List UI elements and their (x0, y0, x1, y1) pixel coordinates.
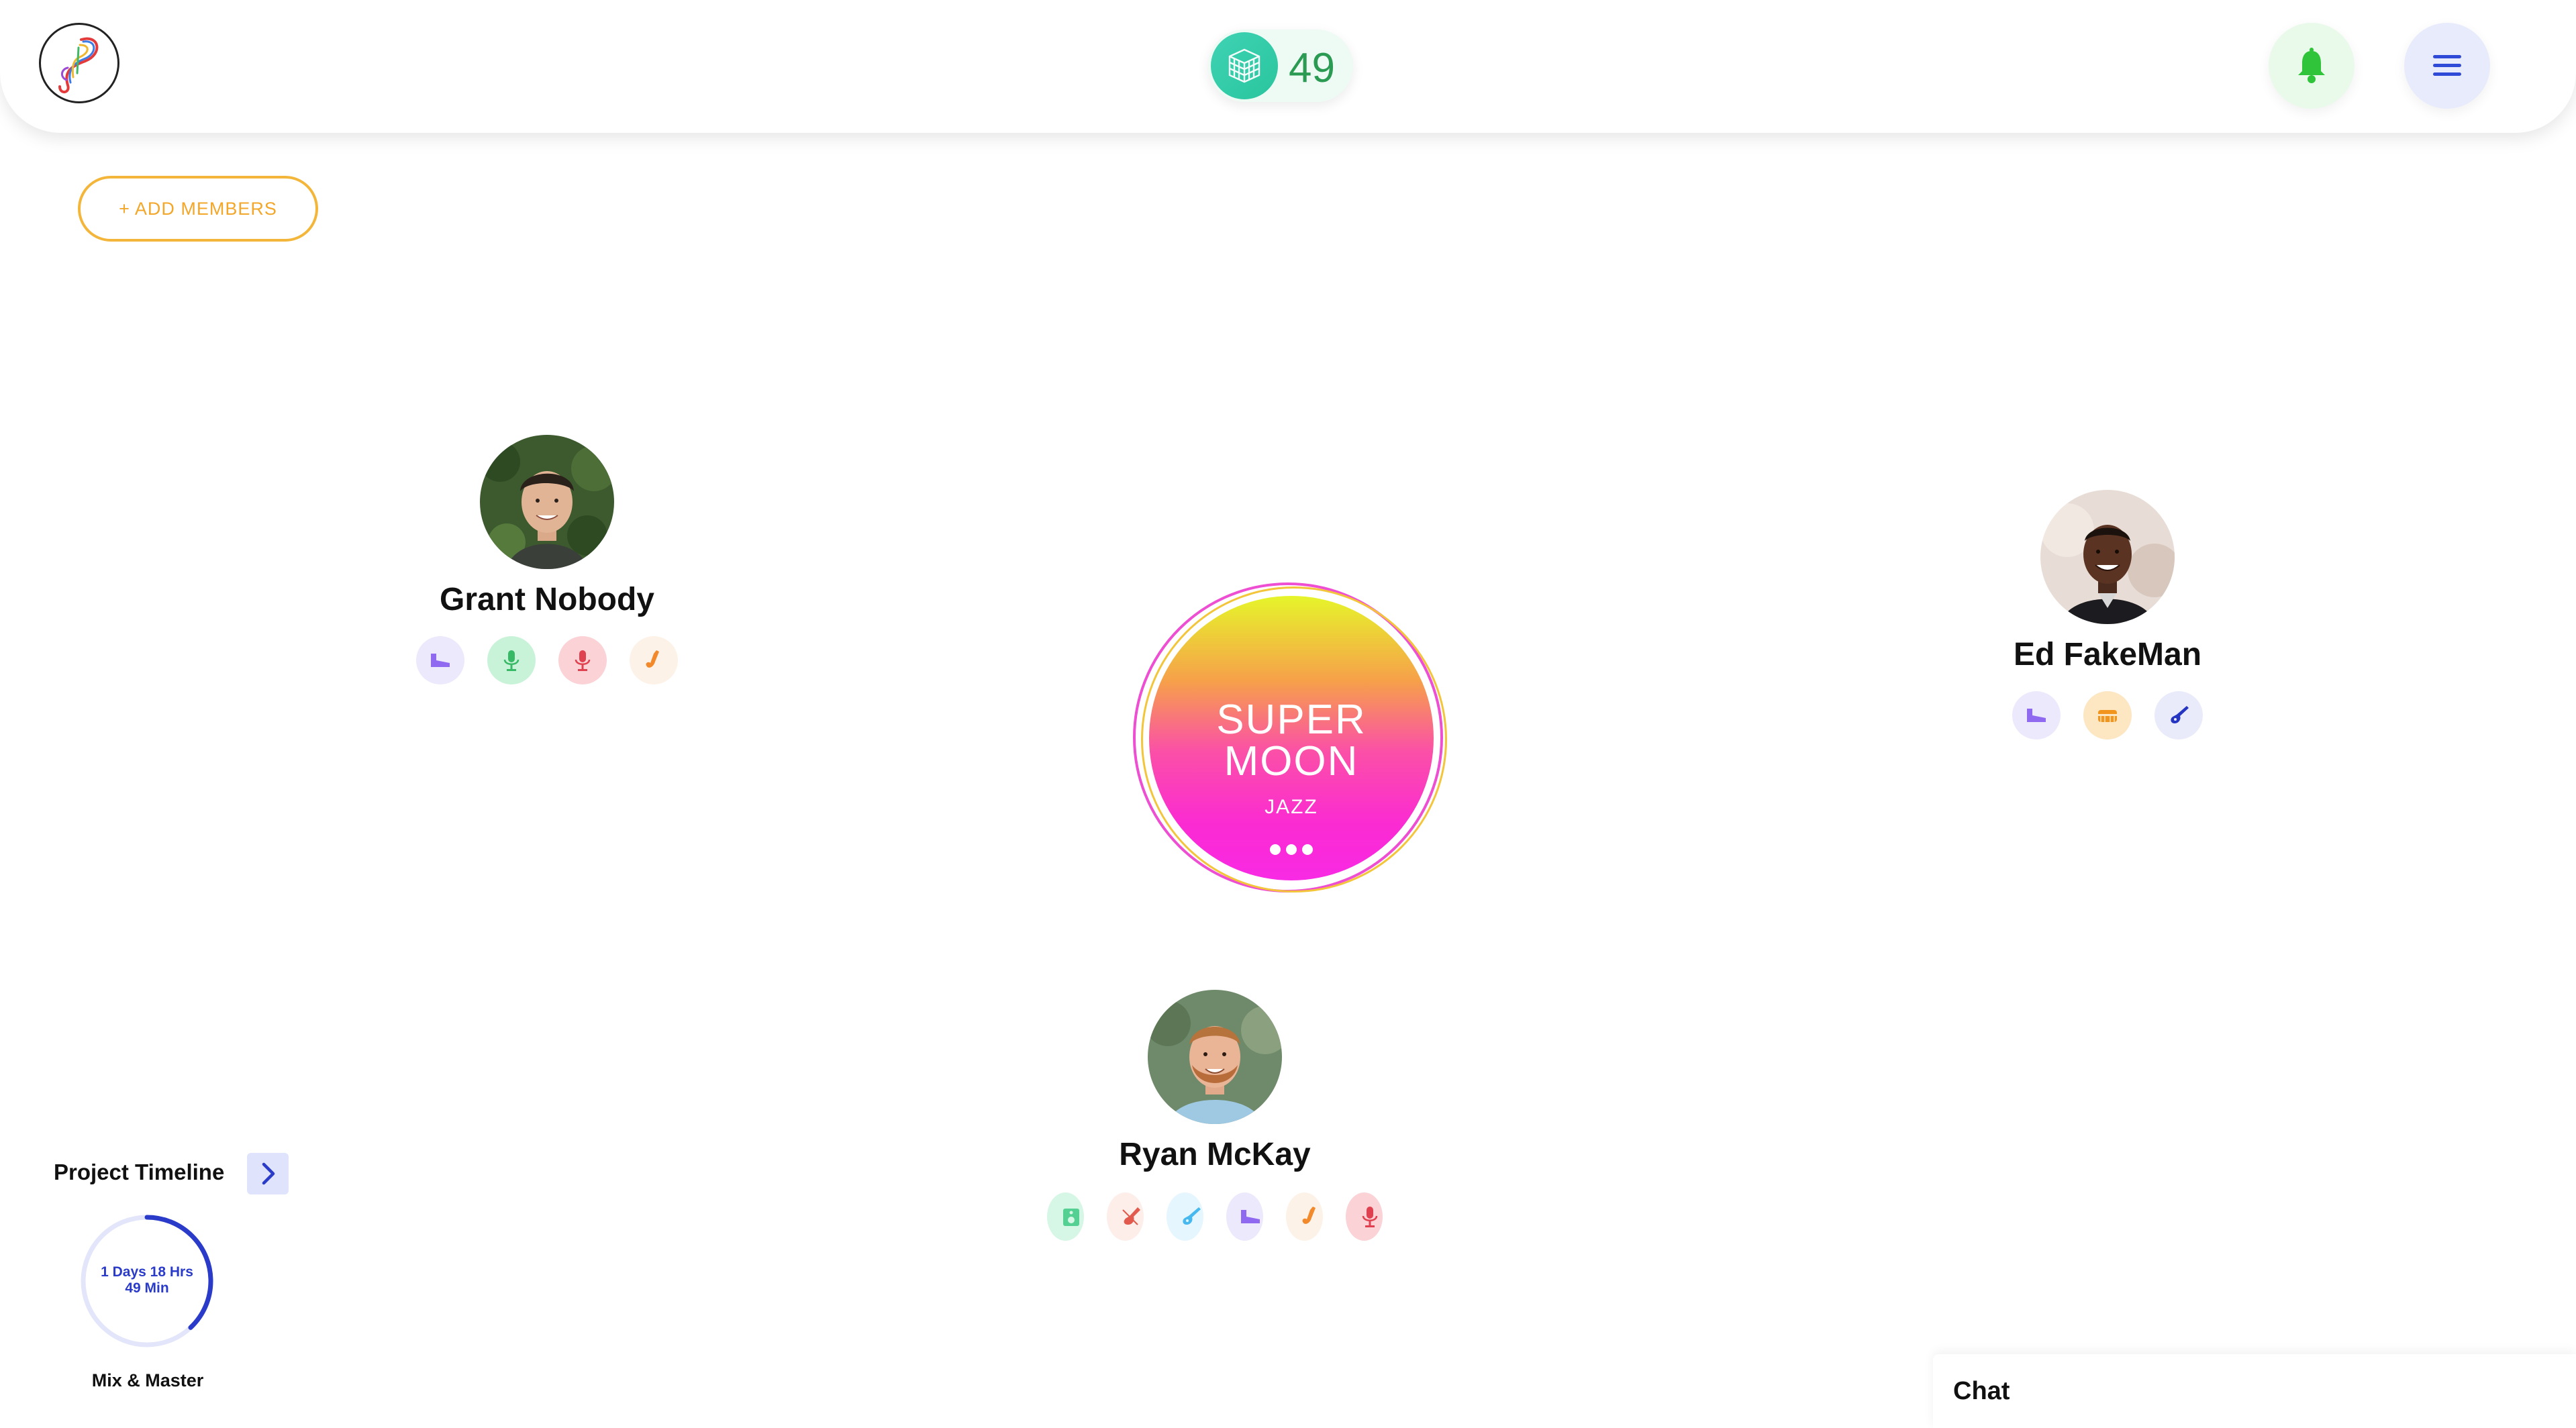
timeline-remaining-minutes: 49 Min (125, 1280, 169, 1296)
project-cover[interactable]: SUPER MOON JAZZ (1149, 596, 1434, 880)
add-members-button[interactable]: + ADD MEMBERS (78, 176, 318, 242)
brand-logo-icon[interactable] (39, 23, 119, 103)
hamburger-menu-icon (2433, 55, 2461, 76)
microphone-icon[interactable] (487, 636, 536, 684)
project-disc[interactable]: SUPER MOON JAZZ (1133, 582, 1448, 898)
bell-icon (2298, 48, 2325, 83)
speaker-icon[interactable] (1047, 1192, 1084, 1241)
violin-icon[interactable] (1107, 1192, 1144, 1241)
chat-title: Chat (1953, 1377, 2010, 1405)
electric-guitar-icon[interactable] (2154, 691, 2203, 740)
piano-icon[interactable] (416, 636, 464, 684)
notifications-button[interactable] (2269, 23, 2355, 109)
drum-icon[interactable] (2083, 691, 2132, 740)
chevron-right-icon (262, 1162, 275, 1185)
member-name: Ryan McKay (1119, 1137, 1311, 1172)
piano-icon[interactable] (2012, 691, 2061, 740)
microphone-icon[interactable] (1346, 1192, 1383, 1241)
top-bar: 49 (0, 0, 2576, 133)
project-title: SUPER MOON (1149, 699, 1434, 782)
timeline-stage: Mix & Master (91, 1370, 204, 1390)
timeline-remaining-days: 1 Days 18 Hrs (101, 1264, 193, 1280)
timeline-next-button[interactable] (247, 1153, 289, 1194)
project-title-line2: MOON (1224, 738, 1359, 784)
project-title-line1: SUPER (1216, 697, 1367, 743)
avatar[interactable] (1148, 990, 1282, 1124)
electric-guitar-icon[interactable] (1167, 1192, 1203, 1241)
dot (1270, 844, 1281, 855)
saxophone-icon[interactable] (630, 636, 678, 684)
piano-icon[interactable] (1226, 1192, 1263, 1241)
skill-list (379, 636, 715, 684)
microphone-icon[interactable] (558, 636, 607, 684)
member-name: Ed FakeMan (2013, 637, 2202, 672)
avatar[interactable] (2040, 490, 2175, 624)
skill-list (1047, 1192, 1383, 1241)
dot (1286, 844, 1297, 855)
cube-grid-icon (1211, 32, 1278, 99)
project-genre: JAZZ (1265, 796, 1318, 818)
dot (1302, 844, 1313, 855)
credits-count: 49 (1289, 45, 1335, 91)
project-timeline-label: Project Timeline (54, 1160, 225, 1184)
skill-list (1940, 691, 2275, 740)
saxophone-icon[interactable] (1286, 1192, 1323, 1241)
credits-badge[interactable]: 49 (1208, 30, 1353, 102)
member-name: Grant Nobody (440, 582, 654, 617)
avatar[interactable] (480, 435, 614, 569)
timeline-remaining: 1 Days 18 Hrs 49 Min (78, 1264, 216, 1296)
main-menu-button[interactable] (2404, 23, 2490, 109)
chat-panel[interactable]: Chat (1933, 1354, 2576, 1428)
more-dots-icon[interactable] (1258, 836, 1325, 863)
